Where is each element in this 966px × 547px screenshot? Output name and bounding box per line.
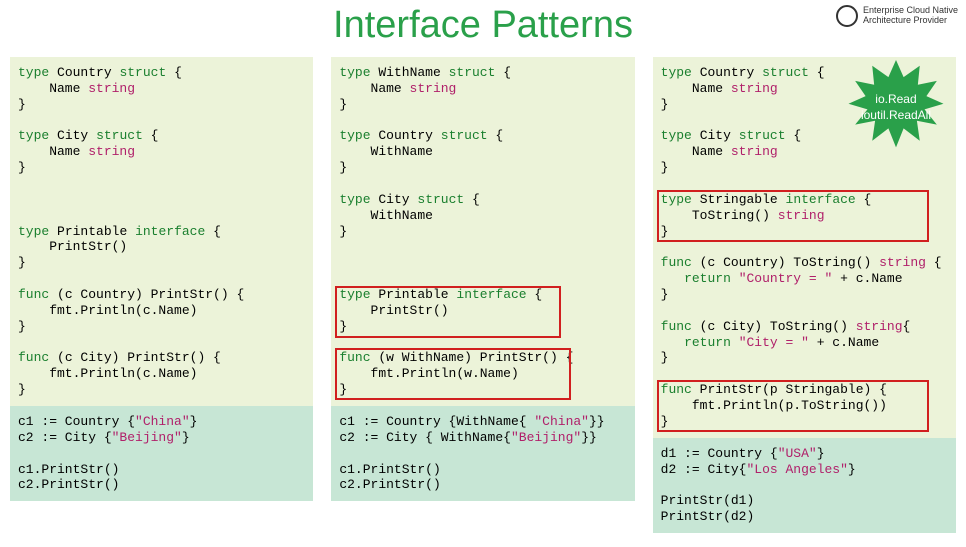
col1-code-bottom: c1 := Country {"China"} c2 := City {"Bei… bbox=[10, 406, 313, 501]
callout-starburst: io.Read ioutil.ReadAll bbox=[836, 60, 956, 155]
col2-code-bottom: c1 := Country {WithName{ "China"}} c2 :=… bbox=[331, 406, 634, 501]
callout-line2: ioutil.ReadAll bbox=[861, 108, 931, 124]
col3-bot-code: d1 := Country {"USA"} d2 := City{"Los An… bbox=[661, 446, 948, 525]
tagline-line2: Architecture Provider bbox=[863, 15, 947, 25]
column-2: type WithName struct { Name string } typ… bbox=[331, 57, 634, 533]
col2-top-code: type WithName struct { Name string } typ… bbox=[339, 65, 626, 398]
col2-code-top: type WithName struct { Name string } typ… bbox=[331, 57, 634, 406]
page-title: Interface Patterns bbox=[0, 4, 966, 47]
col3-code-bottom: d1 := Country {"USA"} d2 := City{"Los An… bbox=[653, 438, 956, 533]
col2-bot-code: c1 := Country {WithName{ "China"}} c2 :=… bbox=[339, 414, 626, 493]
callout-line1: io.Read bbox=[861, 92, 931, 108]
column-1: type Country struct { Name string } type… bbox=[10, 57, 313, 533]
tagline-line1: Enterprise Cloud Native bbox=[863, 5, 958, 15]
tagline: Enterprise Cloud Native Architecture Pro… bbox=[836, 6, 958, 28]
logo-icon bbox=[836, 5, 858, 27]
columns-container: type Country struct { Name string } type… bbox=[0, 57, 966, 533]
col1-code-top: type Country struct { Name string } type… bbox=[10, 57, 313, 406]
col1-top-code: type Country struct { Name string } type… bbox=[18, 65, 305, 398]
col1-bot-code: c1 := Country {"China"} c2 := City {"Bei… bbox=[18, 414, 305, 493]
